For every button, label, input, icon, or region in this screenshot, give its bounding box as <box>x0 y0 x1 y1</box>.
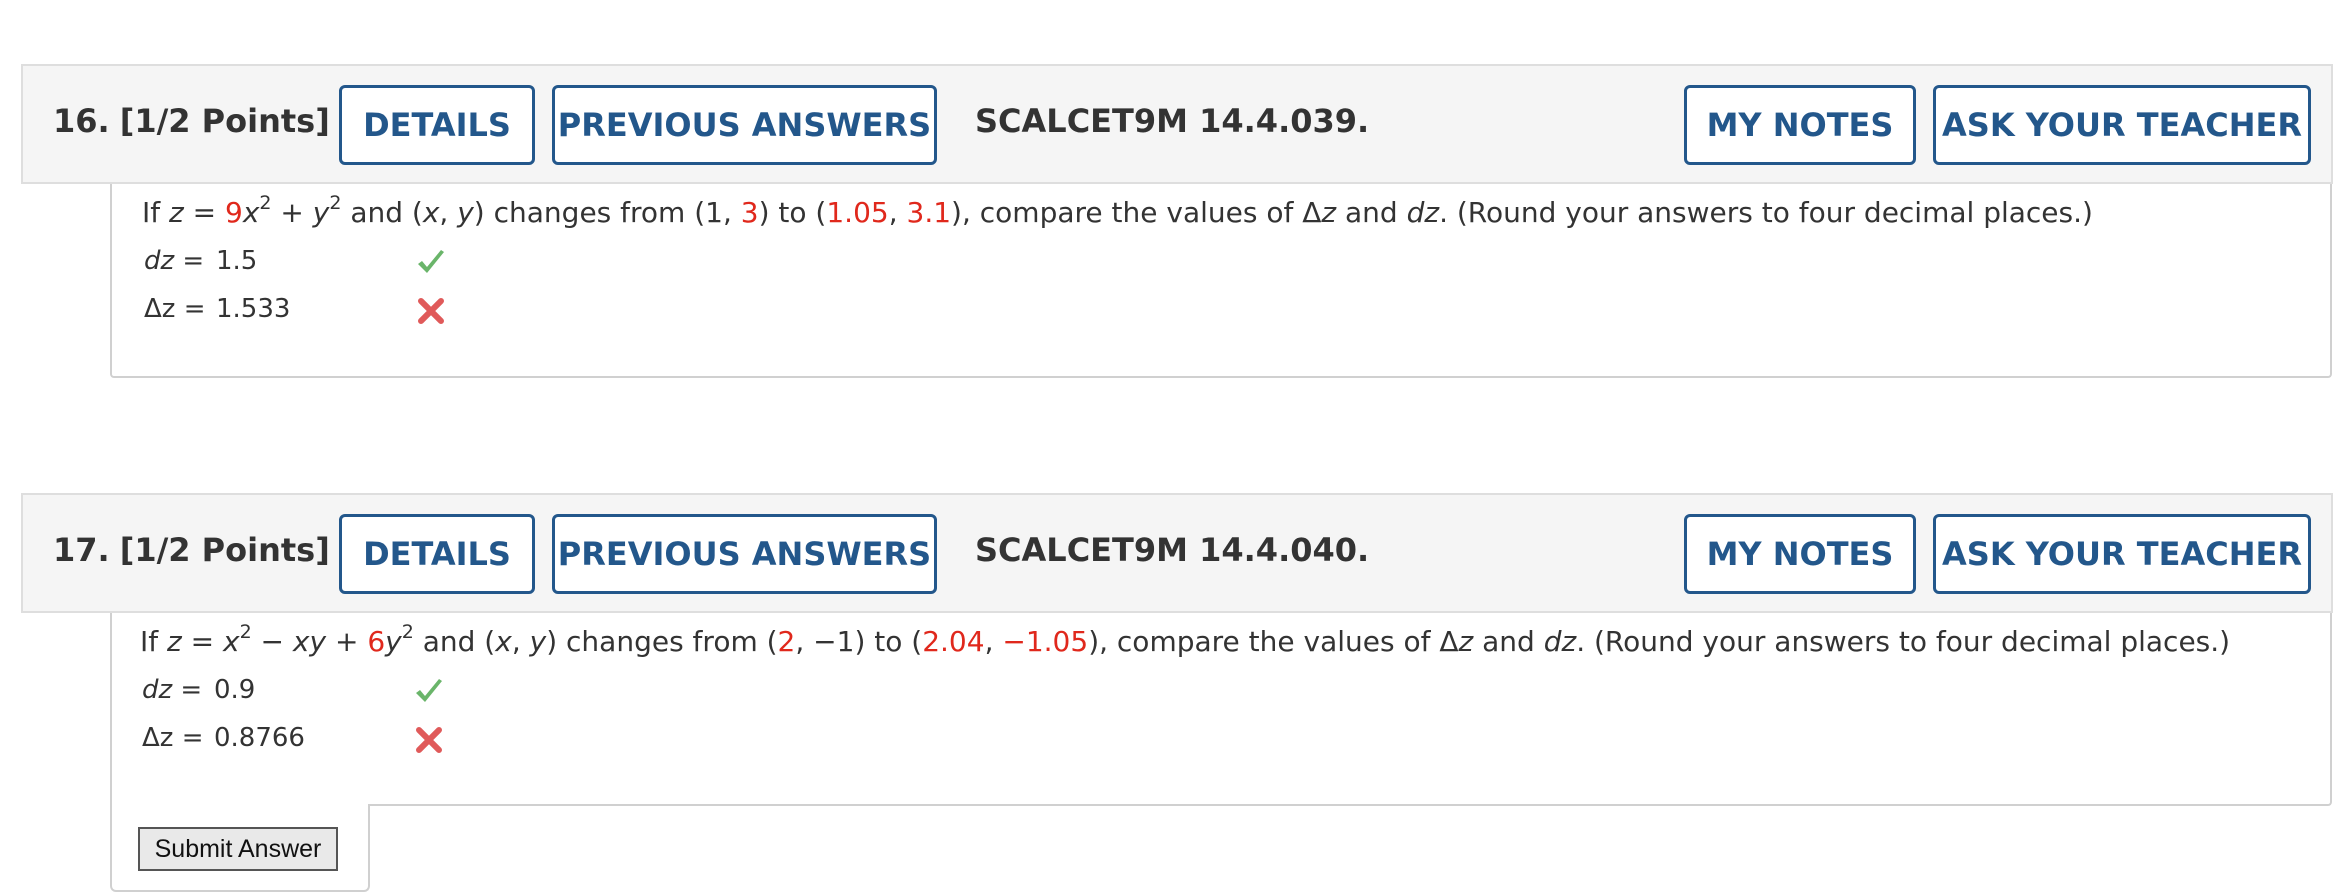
answer-label-text: dz <box>144 246 175 276</box>
prompt-text: and ( <box>341 196 423 229</box>
question-prompt: If z = x2 − xy + 6y2 and (x, y) changes … <box>140 622 2231 658</box>
prompt-text: If <box>140 625 168 658</box>
prompt-exponent: 2 <box>329 191 342 214</box>
prompt-highlight: 9 <box>224 196 243 229</box>
x-mark-icon <box>418 298 444 324</box>
prompt-highlight: 6 <box>367 625 386 658</box>
question-header: 16. [1/2 Points] DETAILS PREVIOUS ANSWERS… <box>21 64 2333 184</box>
prompt-text: . (Round your answers to four decimal pl… <box>1439 196 2093 229</box>
details-button[interactable]: DETAILS <box>339 514 535 594</box>
equals-sign: = <box>173 723 204 753</box>
prompt-highlight: 1.05 <box>826 196 889 229</box>
question-code: SCALCET9M 14.4.039. <box>975 102 1370 140</box>
question-header: 17. [1/2 Points] DETAILS PREVIOUS ANSWERS… <box>21 493 2333 613</box>
prompt-text: = <box>183 196 225 229</box>
answer-label: dz = <box>142 675 214 705</box>
answer-label: Δz = <box>142 723 214 753</box>
question-prompt: If z = 9x2 + y2 and (x, y) changes from … <box>142 193 2093 229</box>
prompt-text: and ( <box>413 625 496 658</box>
points-label: [1/2 Points] <box>119 531 330 569</box>
prompt-text: ) to ( <box>758 196 827 229</box>
question-code: SCALCET9M 14.4.040. <box>975 531 1370 569</box>
prompt-text: + <box>326 625 368 658</box>
details-button[interactable]: DETAILS <box>339 85 535 165</box>
my-notes-button[interactable]: MY NOTES <box>1684 85 1916 165</box>
answer-label-text: Δz <box>144 294 176 324</box>
prompt-text: ), compare the values of Δ <box>1088 625 1459 658</box>
equals-sign: = <box>175 294 206 324</box>
question-number: 17. [1/2 Points] <box>53 531 330 569</box>
question-number-label: 17. <box>53 531 110 569</box>
answer-value: 0.9 <box>214 675 256 705</box>
ask-your-teacher-button[interactable]: ASK YOUR TEACHER <box>1933 514 2311 594</box>
answer-row-dz: dz = 1.5 <box>144 246 444 276</box>
ask-your-teacher-button[interactable]: ASK YOUR TEACHER <box>1933 85 2311 165</box>
previous-answers-button[interactable]: PREVIOUS ANSWERS <box>552 85 937 165</box>
prompt-var: dz <box>1406 196 1440 229</box>
my-notes-button[interactable]: MY NOTES <box>1684 514 1916 594</box>
checkmark-icon <box>418 250 444 273</box>
prompt-exponent: 2 <box>401 620 414 643</box>
answer-label-text: dz <box>142 675 173 705</box>
prompt-text: , <box>888 196 907 229</box>
question-body: If z = 9x2 + y2 and (x, y) changes from … <box>110 184 2332 378</box>
answer-row-delta-z: Δz = 1.533 <box>144 294 444 324</box>
prompt-text: − <box>251 625 293 658</box>
prompt-text: ) changes from ( <box>546 625 778 658</box>
checkmark-icon <box>416 679 442 702</box>
prompt-text: If <box>142 196 170 229</box>
prompt-var: z <box>1321 196 1337 229</box>
answer-value: 1.533 <box>216 294 291 324</box>
prompt-var: xy <box>292 625 327 658</box>
prompt-var: y <box>457 196 474 229</box>
prompt-text: , <box>511 625 530 658</box>
answer-label-text: Δz <box>142 723 174 753</box>
answer-value: 1.5 <box>216 246 258 276</box>
question-number: 16. [1/2 Points] <box>53 102 330 140</box>
prompt-var: x <box>222 625 240 658</box>
prompt-highlight: 3.1 <box>906 196 952 229</box>
prompt-var: z <box>1458 625 1474 658</box>
submit-answer-button[interactable]: Submit Answer <box>138 827 338 871</box>
prompt-highlight: 2 <box>777 625 796 658</box>
prompt-var: z <box>169 196 184 229</box>
prompt-var: x <box>242 196 260 229</box>
points-label: [1/2 Points] <box>119 102 330 140</box>
prompt-text: and <box>1336 196 1407 229</box>
answer-row-delta-z: Δz = 0.8766 <box>142 723 442 753</box>
answer-value: 0.8766 <box>214 723 305 753</box>
prompt-highlight: 3 <box>740 196 759 229</box>
prompt-text: ), compare the values of Δ <box>951 196 1322 229</box>
prompt-exponent: 2 <box>239 620 252 643</box>
prompt-text: + <box>271 196 313 229</box>
prompt-var: x <box>495 625 512 658</box>
prompt-highlight: 2.04 <box>922 625 985 658</box>
prompt-exponent: 2 <box>259 191 272 214</box>
equals-sign: = <box>174 246 205 276</box>
prompt-var: z <box>167 625 182 658</box>
prompt-text: , <box>984 625 1003 658</box>
prompt-highlight: −1.05 <box>1002 625 1089 658</box>
prompt-text: ) changes from (1, <box>473 196 741 229</box>
answer-row-dz: dz = 0.9 <box>142 675 442 705</box>
prompt-text: and <box>1473 625 1544 658</box>
prompt-var: y <box>529 625 547 658</box>
question-number-label: 16. <box>53 102 110 140</box>
prompt-var: x <box>422 196 440 229</box>
prompt-text: . (Round your answers to four decimal pl… <box>1576 625 2231 658</box>
prompt-text: , <box>439 196 458 229</box>
answer-label: dz = <box>144 246 216 276</box>
prompt-var: dz <box>1543 625 1577 658</box>
previous-answers-button[interactable]: PREVIOUS ANSWERS <box>552 514 937 594</box>
answer-label: Δz = <box>144 294 216 324</box>
x-mark-icon <box>416 727 442 753</box>
prompt-var: y <box>312 196 330 229</box>
prompt-var: y <box>385 625 402 658</box>
prompt-text: = <box>181 625 223 658</box>
equals-sign: = <box>172 675 203 705</box>
prompt-text: , −1) to ( <box>795 625 923 658</box>
